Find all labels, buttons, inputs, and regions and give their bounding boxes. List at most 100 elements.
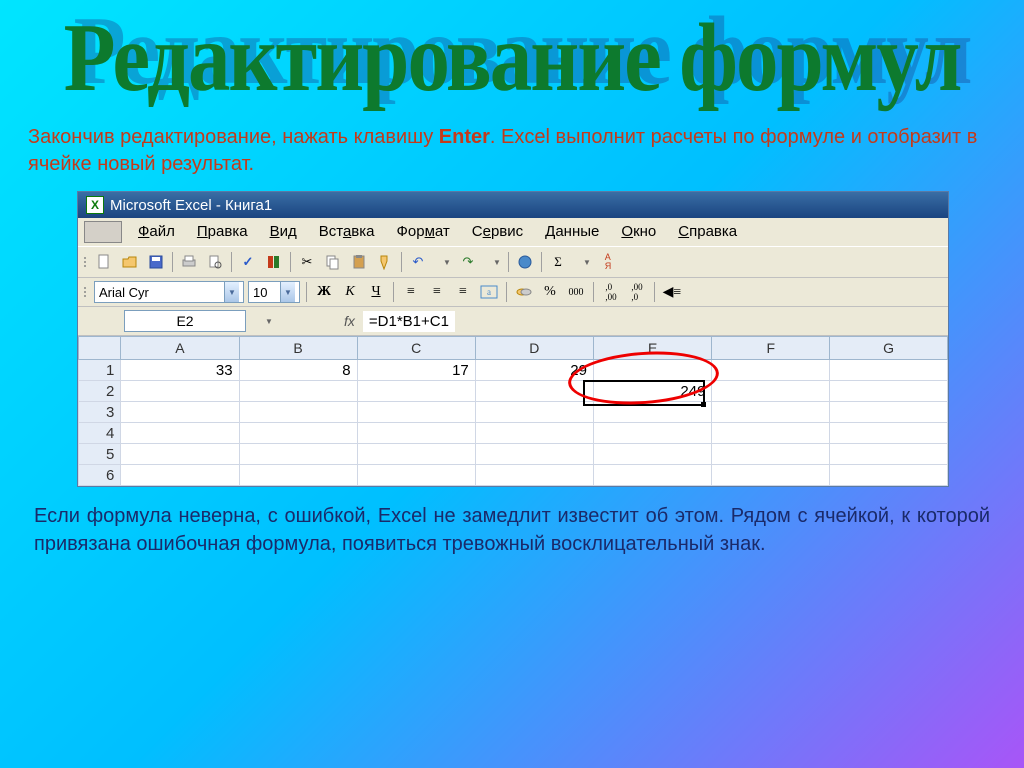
copy-icon[interactable] xyxy=(321,250,345,274)
select-all-corner[interactable] xyxy=(79,337,121,360)
cell[interactable]: 29 xyxy=(475,360,593,381)
menu-file[interactable]: Файл xyxy=(128,221,185,243)
cell[interactable] xyxy=(593,465,711,486)
inc-decimal-icon[interactable]: ,0,00 xyxy=(600,282,622,302)
cell[interactable] xyxy=(475,444,593,465)
menu-data[interactable]: Данные xyxy=(535,221,609,243)
cell[interactable] xyxy=(357,423,475,444)
cell[interactable] xyxy=(121,465,239,486)
research-icon[interactable] xyxy=(262,250,286,274)
cell[interactable]: 8 xyxy=(239,360,357,381)
cell[interactable] xyxy=(357,402,475,423)
cell[interactable]: 17 xyxy=(357,360,475,381)
spell-icon[interactable]: ✓ xyxy=(236,250,260,274)
redo-icon[interactable]: ↷ xyxy=(456,250,480,274)
cell[interactable] xyxy=(712,444,830,465)
fx-icon[interactable]: fx xyxy=(344,313,355,329)
dec-decimal-icon[interactable]: ,00,0 xyxy=(626,282,648,302)
cell[interactable]: 33 xyxy=(121,360,239,381)
cell[interactable] xyxy=(830,465,948,486)
menu-format[interactable]: Формат xyxy=(386,221,459,243)
cell[interactable] xyxy=(239,444,357,465)
italic-button[interactable]: К xyxy=(339,282,361,302)
cell[interactable] xyxy=(475,381,593,402)
fontsize-combo[interactable]: 10▼ xyxy=(248,281,300,303)
col-header[interactable]: A xyxy=(121,337,239,360)
cell[interactable] xyxy=(712,381,830,402)
cell[interactable] xyxy=(357,381,475,402)
cell[interactable] xyxy=(475,402,593,423)
formula-input[interactable]: =D1*B1+C1 xyxy=(363,311,455,332)
cell[interactable] xyxy=(239,381,357,402)
cell[interactable] xyxy=(830,360,948,381)
link-icon[interactable] xyxy=(513,250,537,274)
cell[interactable] xyxy=(357,444,475,465)
col-header[interactable]: F xyxy=(712,337,830,360)
col-header[interactable]: C xyxy=(357,337,475,360)
cell[interactable] xyxy=(121,402,239,423)
cell[interactable] xyxy=(830,381,948,402)
cut-icon[interactable]: ✂ xyxy=(295,250,319,274)
comma-icon[interactable]: 000 xyxy=(565,282,587,302)
cell[interactable] xyxy=(475,423,593,444)
row-header[interactable]: 6 xyxy=(79,465,121,486)
cell[interactable] xyxy=(712,402,830,423)
autosum-icon[interactable]: Σ xyxy=(546,250,570,274)
menu-view[interactable]: Вид xyxy=(260,221,307,243)
cell[interactable] xyxy=(239,465,357,486)
cell[interactable] xyxy=(239,402,357,423)
col-header[interactable]: G xyxy=(830,337,948,360)
fmt-painter-icon[interactable] xyxy=(373,250,397,274)
menu-insert[interactable]: Вставка xyxy=(309,221,385,243)
sort-icon[interactable]: АЯ xyxy=(596,250,620,274)
cell[interactable] xyxy=(357,465,475,486)
spreadsheet-grid[interactable]: A B C D E F G 13381729 2 249 3 4 5 6 xyxy=(78,336,948,486)
underline-button[interactable]: Ч xyxy=(365,282,387,302)
save-icon[interactable] xyxy=(144,250,168,274)
row-header[interactable]: 4 xyxy=(79,423,121,444)
row-header[interactable]: 5 xyxy=(79,444,121,465)
merge-icon[interactable]: a xyxy=(478,282,500,302)
undo-icon[interactable]: ↶ xyxy=(406,250,430,274)
open-icon[interactable] xyxy=(118,250,142,274)
print-icon[interactable] xyxy=(177,250,201,274)
bold-button[interactable]: Ж xyxy=(313,282,335,302)
col-header[interactable]: E xyxy=(593,337,711,360)
col-header[interactable]: B xyxy=(239,337,357,360)
row-header[interactable]: 2 xyxy=(79,381,121,402)
cell[interactable] xyxy=(712,423,830,444)
align-right-icon[interactable]: ≡ xyxy=(452,282,474,302)
cell[interactable] xyxy=(121,423,239,444)
cell[interactable] xyxy=(830,402,948,423)
name-box[interactable]: E2 xyxy=(124,310,246,332)
menu-edit[interactable]: Правка xyxy=(187,221,258,243)
cell[interactable] xyxy=(121,444,239,465)
cell[interactable] xyxy=(830,444,948,465)
menu-window[interactable]: Окно xyxy=(611,221,666,243)
cell[interactable] xyxy=(593,402,711,423)
cell[interactable] xyxy=(239,423,357,444)
cell[interactable] xyxy=(712,360,830,381)
preview-icon[interactable] xyxy=(203,250,227,274)
cell[interactable] xyxy=(593,360,711,381)
cell[interactable] xyxy=(830,423,948,444)
new-icon[interactable] xyxy=(92,250,116,274)
font-combo[interactable]: Arial Cyr▼ xyxy=(94,281,244,303)
align-left-icon[interactable]: ≡ xyxy=(400,282,422,302)
cell[interactable] xyxy=(593,444,711,465)
cell[interactable] xyxy=(593,423,711,444)
paste-icon[interactable] xyxy=(347,250,371,274)
cell[interactable] xyxy=(712,465,830,486)
row-header[interactable]: 3 xyxy=(79,402,121,423)
col-header[interactable]: D xyxy=(475,337,593,360)
currency-icon[interactable] xyxy=(513,282,535,302)
row-header[interactable]: 1 xyxy=(79,360,121,381)
cell[interactable] xyxy=(475,465,593,486)
menu-tools[interactable]: Сервис xyxy=(462,221,533,243)
namebox-dropdown-icon[interactable]: ▼ xyxy=(262,314,276,328)
cell[interactable]: 249 xyxy=(593,381,711,402)
menu-help[interactable]: Справка xyxy=(668,221,747,243)
indent-dec-icon[interactable]: ◀≡ xyxy=(661,282,683,302)
align-center-icon[interactable]: ≡ xyxy=(426,282,448,302)
percent-icon[interactable]: % xyxy=(539,282,561,302)
